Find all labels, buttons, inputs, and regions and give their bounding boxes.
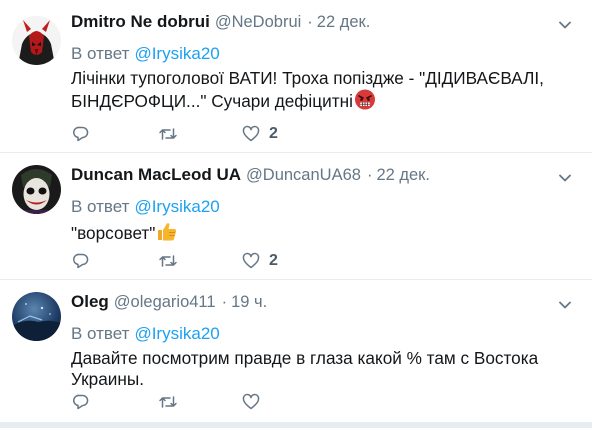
heart-icon: [242, 252, 260, 269]
reply-prefix: В ответ: [71, 197, 130, 216]
retweet-button[interactable]: [158, 124, 242, 144]
tweet[interactable]: Dmitro Ne dobrui @NeDobrui · 22 дек. В о…: [0, 0, 592, 153]
chevron-down-icon[interactable]: [558, 171, 572, 185]
tweet-text-content: "ворсовет": [71, 223, 156, 243]
tweet-text: Давайте посмотрим правде в глаза какой %…: [71, 348, 571, 390]
separator-dot: ·: [366, 166, 373, 184]
chevron-down-icon[interactable]: [558, 298, 572, 312]
timestamp[interactable]: 22 дек.: [376, 166, 430, 185]
like-button[interactable]: 2: [242, 124, 322, 144]
timestamp[interactable]: 22 дек.: [317, 13, 371, 32]
author-handle[interactable]: @DuncanUA68: [246, 166, 361, 185]
reply-context: В ответ @Irysika20: [71, 324, 576, 344]
author-handle[interactable]: @olegario411: [114, 293, 216, 312]
avatar[interactable]: [12, 16, 61, 65]
reply-icon: [73, 394, 89, 410]
like-count: 2: [269, 252, 278, 269]
tweet-text-content: Давайте посмотрим правде в глаза какой %…: [71, 348, 539, 389]
retweet-button[interactable]: [158, 392, 242, 412]
reply-mention-link[interactable]: @Irysika20: [134, 44, 219, 63]
tweet[interactable]: Duncan MacLeod UA @DuncanUA68 · 22 дек. …: [0, 153, 592, 280]
separator-dot: ·: [307, 13, 313, 31]
avatar[interactable]: [12, 292, 61, 341]
tweet-actions: 2: [72, 251, 322, 271]
like-button[interactable]: [242, 392, 322, 412]
chevron-down-icon[interactable]: [558, 18, 572, 32]
tweet-text: "ворсовет": [71, 221, 571, 244]
heart-icon: [242, 393, 260, 410]
reply-prefix: В ответ: [71, 44, 130, 63]
timestamp[interactable]: 19 ч.: [231, 293, 267, 312]
tweet-actions: 2: [72, 124, 322, 144]
reply-button[interactable]: [72, 392, 158, 412]
tweet-text-content: Лічінки тупоголової ВАТИ! Троха попіздже…: [71, 68, 544, 111]
retweet-icon: [159, 396, 177, 408]
reply-mention-link[interactable]: @Irysika20: [134, 324, 219, 343]
reply-context: В ответ @Irysika20: [71, 197, 576, 217]
retweet-icon: [159, 128, 177, 140]
author-name[interactable]: Duncan MacLeod UA: [71, 165, 241, 185]
reply-button[interactable]: [72, 251, 158, 271]
angry-face-icon: [354, 89, 376, 110]
retweet-icon: [159, 255, 177, 267]
timeline-bottom-divider: [0, 422, 592, 428]
tweet[interactable]: Oleg @olegario411 · 19 ч. В ответ @Irysik…: [0, 280, 592, 425]
heart-icon: [242, 125, 260, 142]
author-name[interactable]: Dmitro Ne dobrui: [71, 12, 210, 32]
reply-icon: [73, 126, 89, 142]
like-count: 2: [269, 125, 278, 142]
thumbs-up-icon: [156, 221, 178, 242]
author-name[interactable]: Oleg: [71, 292, 109, 312]
reply-icon: [73, 253, 89, 269]
reply-mention-link[interactable]: @Irysika20: [134, 197, 219, 216]
reply-prefix: В ответ: [71, 324, 130, 343]
author-handle[interactable]: @NeDobrui: [215, 13, 301, 32]
reply-button[interactable]: [72, 124, 158, 144]
tweet-text: Лічінки тупоголової ВАТИ! Троха попіздже…: [71, 68, 571, 112]
tweet-actions: [72, 392, 322, 412]
retweet-button[interactable]: [158, 251, 242, 271]
like-button[interactable]: 2: [242, 251, 322, 271]
avatar[interactable]: [12, 165, 61, 214]
separator-dot: ·: [221, 293, 228, 311]
reply-context: В ответ @Irysika20: [71, 44, 576, 64]
